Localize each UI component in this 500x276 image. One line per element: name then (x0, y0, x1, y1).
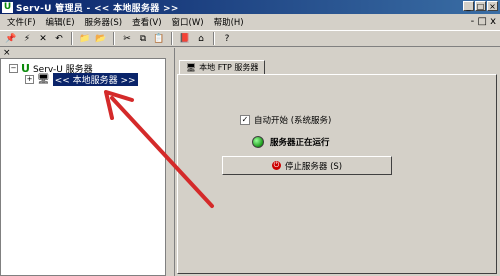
cut-icon[interactable]: ✂ (120, 32, 134, 46)
home-icon[interactable]: ⌂ (194, 32, 208, 46)
menu-help[interactable]: 帮助(H) (209, 16, 249, 28)
folder-up-icon[interactable]: 📁 (78, 32, 92, 46)
stop-icon: ⏻ (271, 161, 281, 170)
close-icon[interactable]: × (3, 48, 11, 58)
stop-server-button[interactable]: ⏻ 停止服务器 (S) (222, 156, 392, 175)
status-label: 服务器正在运行 (270, 138, 330, 148)
undo-icon[interactable]: ↶ (52, 32, 66, 46)
computer-icon: 🖥 (186, 63, 197, 72)
tree-pane: − U Serv-U 服务器 + 🖥 << 本地服务器 >> (0, 58, 166, 276)
toolbar-separator (113, 32, 115, 45)
flash-icon[interactable]: ⚡ (20, 32, 34, 46)
mdi-controls[interactable]: - □ x (471, 16, 496, 27)
tree-pane-header: × (0, 48, 166, 58)
minimize-button[interactable]: _ (463, 1, 474, 11)
tree-local-server-label: << 本地服务器 >> (52, 73, 138, 86)
menu-edit[interactable]: 编辑(E) (41, 16, 80, 28)
menu-window[interactable]: 窗口(W) (167, 16, 209, 28)
copy-icon[interactable]: ⧉ (136, 32, 150, 46)
folder-refresh-icon[interactable]: 📂 (94, 32, 108, 46)
tree-local-server[interactable]: + 🖥 << 本地服务器 >> (25, 73, 138, 86)
tab-local-ftp-server[interactable]: 🖥 本地 FTP 服务器 (179, 60, 266, 75)
window-controls: _ □ × (463, 1, 498, 11)
book-icon[interactable]: 📕 (178, 32, 192, 46)
server-status: 服务器正在运行 (252, 136, 330, 148)
computer-icon: 🖥 (37, 74, 50, 85)
toolbar-separator (171, 32, 173, 45)
toolbar: 📌 ⚡ ✕ ↶ 📁 📂 ✂ ⧉ 📋 📕 ⌂ ? (0, 30, 500, 47)
splitter[interactable] (166, 48, 174, 276)
title-bar: U Serv-U 管理员 - << 本地服务器 >> _ □ × (0, 0, 500, 14)
toolbar-separator (213, 32, 215, 45)
pin-icon[interactable]: 📌 (4, 32, 18, 46)
stop-button-label: 停止服务器 (S) (284, 161, 343, 172)
menu-bar: 文件(F) 编辑(E) 服务器(S) 查看(V) 窗口(W) 帮助(H) - □… (0, 14, 500, 29)
autostart-checkbox[interactable]: ✓ (240, 115, 250, 125)
autostart-label: 自动开始 (系统服务) (254, 116, 332, 126)
serv-u-icon: U (2, 1, 13, 13)
tab-label: 本地 FTP 服务器 (199, 63, 259, 72)
maximize-button[interactable]: □ (475, 1, 486, 11)
paste-icon[interactable]: 📋 (152, 32, 166, 46)
delete-icon[interactable]: ✕ (36, 32, 50, 46)
toolbar-separator (71, 32, 73, 45)
collapse-icon[interactable]: − (9, 64, 18, 73)
window-title: Serv-U 管理员 - << 本地服务器 >> (16, 3, 179, 14)
menu-server[interactable]: 服务器(S) (80, 16, 128, 28)
autostart-option[interactable]: ✓ 自动开始 (系统服务) (240, 114, 331, 126)
status-light-icon (252, 136, 264, 148)
close-button[interactable]: × (487, 1, 498, 11)
help-icon[interactable]: ? (220, 32, 234, 46)
menu-file[interactable]: 文件(F) (2, 16, 41, 28)
expand-icon[interactable]: + (25, 75, 34, 84)
menu-view[interactable]: 查看(V) (127, 16, 166, 28)
